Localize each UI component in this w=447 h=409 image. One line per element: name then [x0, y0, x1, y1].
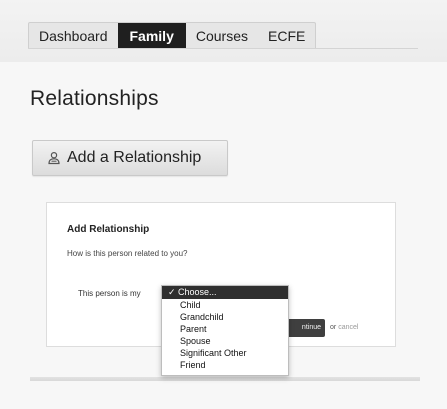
cancel-link[interactable]: cancel — [338, 324, 358, 331]
check-icon: ✓ — [168, 287, 176, 297]
option-grandchild[interactable]: Grandchild — [162, 311, 288, 323]
tab-ecfe[interactable]: ECFE — [258, 23, 315, 49]
add-relationship-button[interactable]: Add a Relationship — [32, 140, 228, 176]
option-child[interactable]: Child — [162, 299, 288, 311]
page-title: Relationships — [30, 87, 159, 110]
panel-title: Add Relationship — [67, 224, 150, 235]
footer-divider — [30, 377, 420, 381]
tab-courses[interactable]: Courses — [186, 23, 258, 49]
continue-button[interactable]: ntinue — [283, 319, 325, 337]
or-text: or — [330, 324, 337, 331]
tab-dashboard[interactable]: Dashboard — [29, 23, 118, 49]
add-relationship-label: Add a Relationship — [67, 149, 202, 166]
tab-divider — [28, 48, 418, 49]
option-choose[interactable]: ✓ Choose... — [162, 286, 288, 299]
tab-family[interactable]: Family — [117, 23, 186, 49]
relationship-select-label: This person is my — [78, 289, 141, 298]
person-icon — [47, 151, 61, 165]
option-friend[interactable]: Friend — [162, 359, 288, 371]
relationship-dropdown-menu[interactable]: ✓ Choose... Child Grandchild Parent Spous… — [161, 285, 289, 376]
option-parent[interactable]: Parent — [162, 323, 288, 335]
option-spouse[interactable]: Spouse — [162, 335, 288, 347]
page: Dashboard Family Courses ECFE Relationsh… — [0, 0, 447, 409]
tab-bar: Dashboard Family Courses ECFE — [28, 22, 317, 49]
option-label: Choose... — [178, 287, 217, 297]
option-significant-other[interactable]: Significant Other — [162, 347, 288, 359]
cancel-text: or cancel — [330, 324, 358, 331]
relationship-question: How is this person related to you? — [67, 249, 188, 258]
